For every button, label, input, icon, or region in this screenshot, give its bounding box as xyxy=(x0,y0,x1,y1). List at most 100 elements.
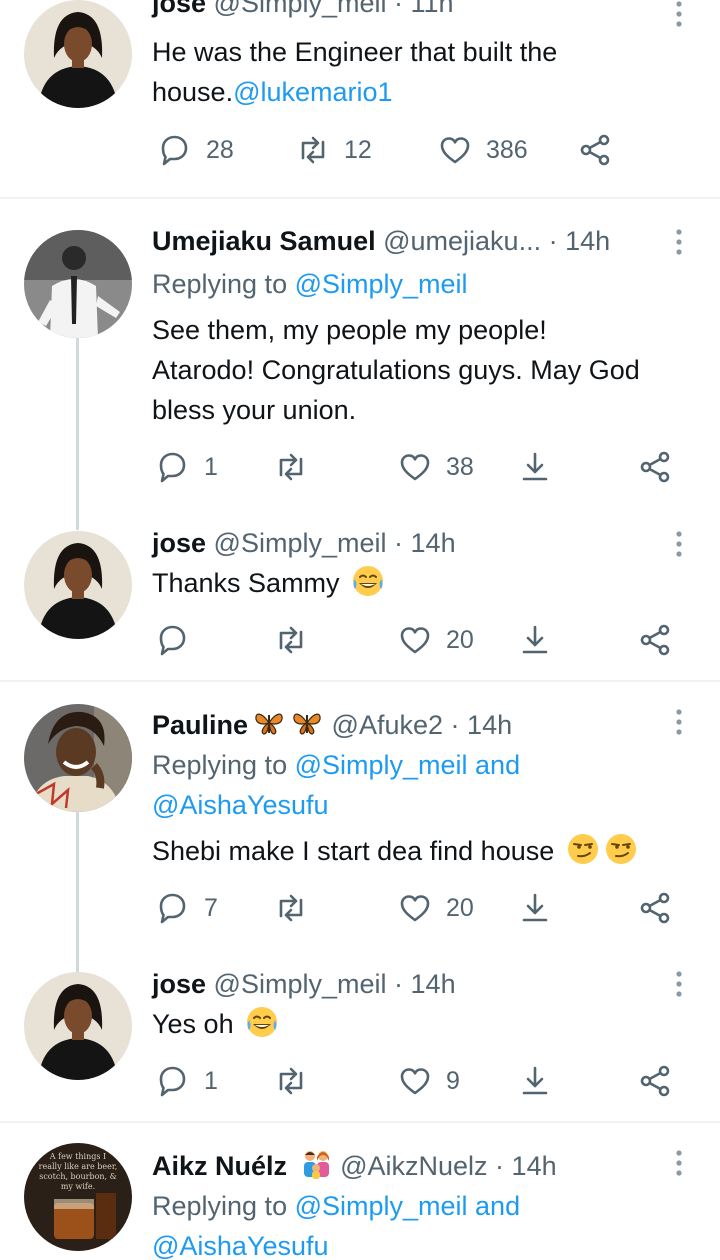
retweet-button[interactable] xyxy=(274,888,308,928)
reply-button[interactable]: 7 xyxy=(156,888,218,928)
family-emoji xyxy=(299,1147,333,1181)
svg-text:really like are beer,: really like are beer, xyxy=(39,1162,118,1171)
display-name[interactable]: Umejiaku Samuel xyxy=(152,226,376,256)
separator-dot: · xyxy=(450,710,460,740)
avatar[interactable] xyxy=(24,531,132,639)
display-name[interactable]: Pauline xyxy=(152,710,248,740)
reply-count: 1 xyxy=(204,1066,218,1095)
avatar[interactable] xyxy=(24,0,132,108)
reply-icon xyxy=(161,135,188,166)
display-name[interactable]: jose xyxy=(152,969,206,999)
more-options-icon[interactable] xyxy=(673,228,685,256)
like-button[interactable]: 386 xyxy=(438,130,528,170)
share-button[interactable] xyxy=(638,447,672,487)
share-button[interactable] xyxy=(578,130,612,170)
replying-to-prefix: Replying to xyxy=(152,269,295,299)
tweet-actions: 20 xyxy=(152,620,692,660)
share-icon xyxy=(640,1065,670,1097)
avatar[interactable] xyxy=(24,704,132,812)
reply-button[interactable]: 28 xyxy=(158,130,234,170)
avatar[interactable] xyxy=(24,972,132,1080)
more-options-icon[interactable] xyxy=(673,708,685,736)
retweet-button[interactable] xyxy=(274,620,308,660)
like-icon xyxy=(400,627,430,654)
butterfly-emoji xyxy=(252,706,286,740)
tweet[interactable]: Pauline @Afuke2 · 14h Replying to @Simpl… xyxy=(0,682,720,972)
share-button[interactable] xyxy=(638,620,672,660)
tweet[interactable]: A few things I really like are beer, sco… xyxy=(0,1123,720,1260)
timestamp[interactable]: 14h xyxy=(411,528,456,558)
replying-to-prefix: Replying to xyxy=(152,1191,295,1221)
smirk-emoji xyxy=(604,832,638,866)
mention-link[interactable]: @Simply_meil and xyxy=(295,1191,521,1221)
like-count: 386 xyxy=(486,135,528,164)
reply-button[interactable] xyxy=(156,620,190,660)
more-options-icon[interactable] xyxy=(673,1149,685,1177)
tweet[interactable]: jose @Simply_meil · 11h He was the Engin… xyxy=(0,0,720,198)
separator-dot: · xyxy=(495,1151,505,1181)
download-button[interactable] xyxy=(518,447,552,487)
display-name[interactable]: jose xyxy=(152,0,206,18)
display-name[interactable]: Aikz Nuélz xyxy=(152,1151,287,1181)
tweet-text: See them, my people my people! Atarodo! … xyxy=(152,315,640,425)
retweet-icon xyxy=(279,894,303,922)
mention-link[interactable]: @Simply_meil xyxy=(295,269,468,299)
retweet-button[interactable] xyxy=(274,1061,308,1101)
replying-to-prefix: Replying to xyxy=(152,750,295,780)
share-button[interactable] xyxy=(638,888,672,928)
user-handle[interactable]: @Simply_meil xyxy=(214,0,387,18)
reply-icon xyxy=(159,1066,186,1097)
timestamp[interactable]: 14h xyxy=(565,226,610,256)
tweet-actions: 1 38 xyxy=(152,447,692,487)
share-icon xyxy=(640,892,670,924)
reply-button[interactable]: 1 xyxy=(156,447,218,487)
tweet-actions: 1 9 xyxy=(152,1061,692,1101)
more-options-icon[interactable] xyxy=(673,970,685,998)
timestamp[interactable]: 14h xyxy=(512,1151,557,1181)
mention-link[interactable]: @lukemario1 xyxy=(233,77,392,107)
user-handle[interactable]: @Simply_meil xyxy=(214,969,387,999)
tweet-text-plain: Thanks Sammy xyxy=(152,568,340,598)
download-button[interactable] xyxy=(518,620,552,660)
svg-text:A few things I: A few things I xyxy=(49,1152,106,1161)
avatar[interactable] xyxy=(24,230,132,338)
reply-button[interactable]: 1 xyxy=(156,1061,218,1101)
timestamp[interactable]: 11h xyxy=(411,0,454,18)
retweet-button[interactable]: 12 xyxy=(296,130,372,170)
like-count: 20 xyxy=(446,625,474,654)
timestamp[interactable]: 14h xyxy=(467,710,512,740)
like-button[interactable]: 20 xyxy=(398,888,474,928)
share-button[interactable] xyxy=(638,1061,672,1101)
user-handle[interactable]: @umejiaku... xyxy=(383,226,541,256)
like-button[interactable]: 38 xyxy=(398,447,474,487)
more-options-icon[interactable] xyxy=(673,530,685,558)
timestamp[interactable]: 14h xyxy=(411,969,456,999)
thread-line xyxy=(76,812,79,972)
user-handle[interactable]: @Afuke2 xyxy=(332,710,443,740)
laughing-emoji xyxy=(245,1005,279,1039)
tweet[interactable]: jose @Simply_meil · 14h Yes oh 1 9 xyxy=(0,960,720,1120)
tweet-header: Pauline @Afuke2 · 14h xyxy=(152,706,512,740)
retweet-button[interactable] xyxy=(274,447,308,487)
tweet[interactable]: jose @Simply_meil · 14h Thanks Sammy 20 xyxy=(0,520,720,680)
reply-count: 28 xyxy=(206,135,234,164)
like-button[interactable]: 9 xyxy=(398,1061,460,1101)
more-options-icon[interactable] xyxy=(673,0,685,28)
reply-icon xyxy=(159,452,186,483)
tweet-actions: 28 12 386 xyxy=(152,130,692,170)
download-button[interactable] xyxy=(518,888,552,928)
avatar[interactable]: A few things I really like are beer, sco… xyxy=(24,1143,132,1251)
tweet-actions: 7 20 xyxy=(152,888,692,928)
download-icon xyxy=(522,1066,548,1095)
user-handle[interactable]: @Simply_meil xyxy=(214,528,387,558)
svg-text:scotch, bourbon, &: scotch, bourbon, & xyxy=(39,1172,117,1181)
user-handle[interactable]: @AikzNuelz xyxy=(340,1151,487,1181)
like-button[interactable]: 20 xyxy=(398,620,474,660)
mention-link[interactable]: @AishaYesufu xyxy=(152,790,329,820)
mention-link[interactable]: @AishaYesufu xyxy=(152,1231,329,1260)
reply-count: 7 xyxy=(204,893,218,922)
download-button[interactable] xyxy=(518,1061,552,1101)
tweet[interactable]: Umejiaku Samuel @umejiaku... · 14h Reply… xyxy=(0,200,720,530)
display-name[interactable]: jose xyxy=(152,528,206,558)
mention-link[interactable]: @Simply_meil and xyxy=(295,750,521,780)
